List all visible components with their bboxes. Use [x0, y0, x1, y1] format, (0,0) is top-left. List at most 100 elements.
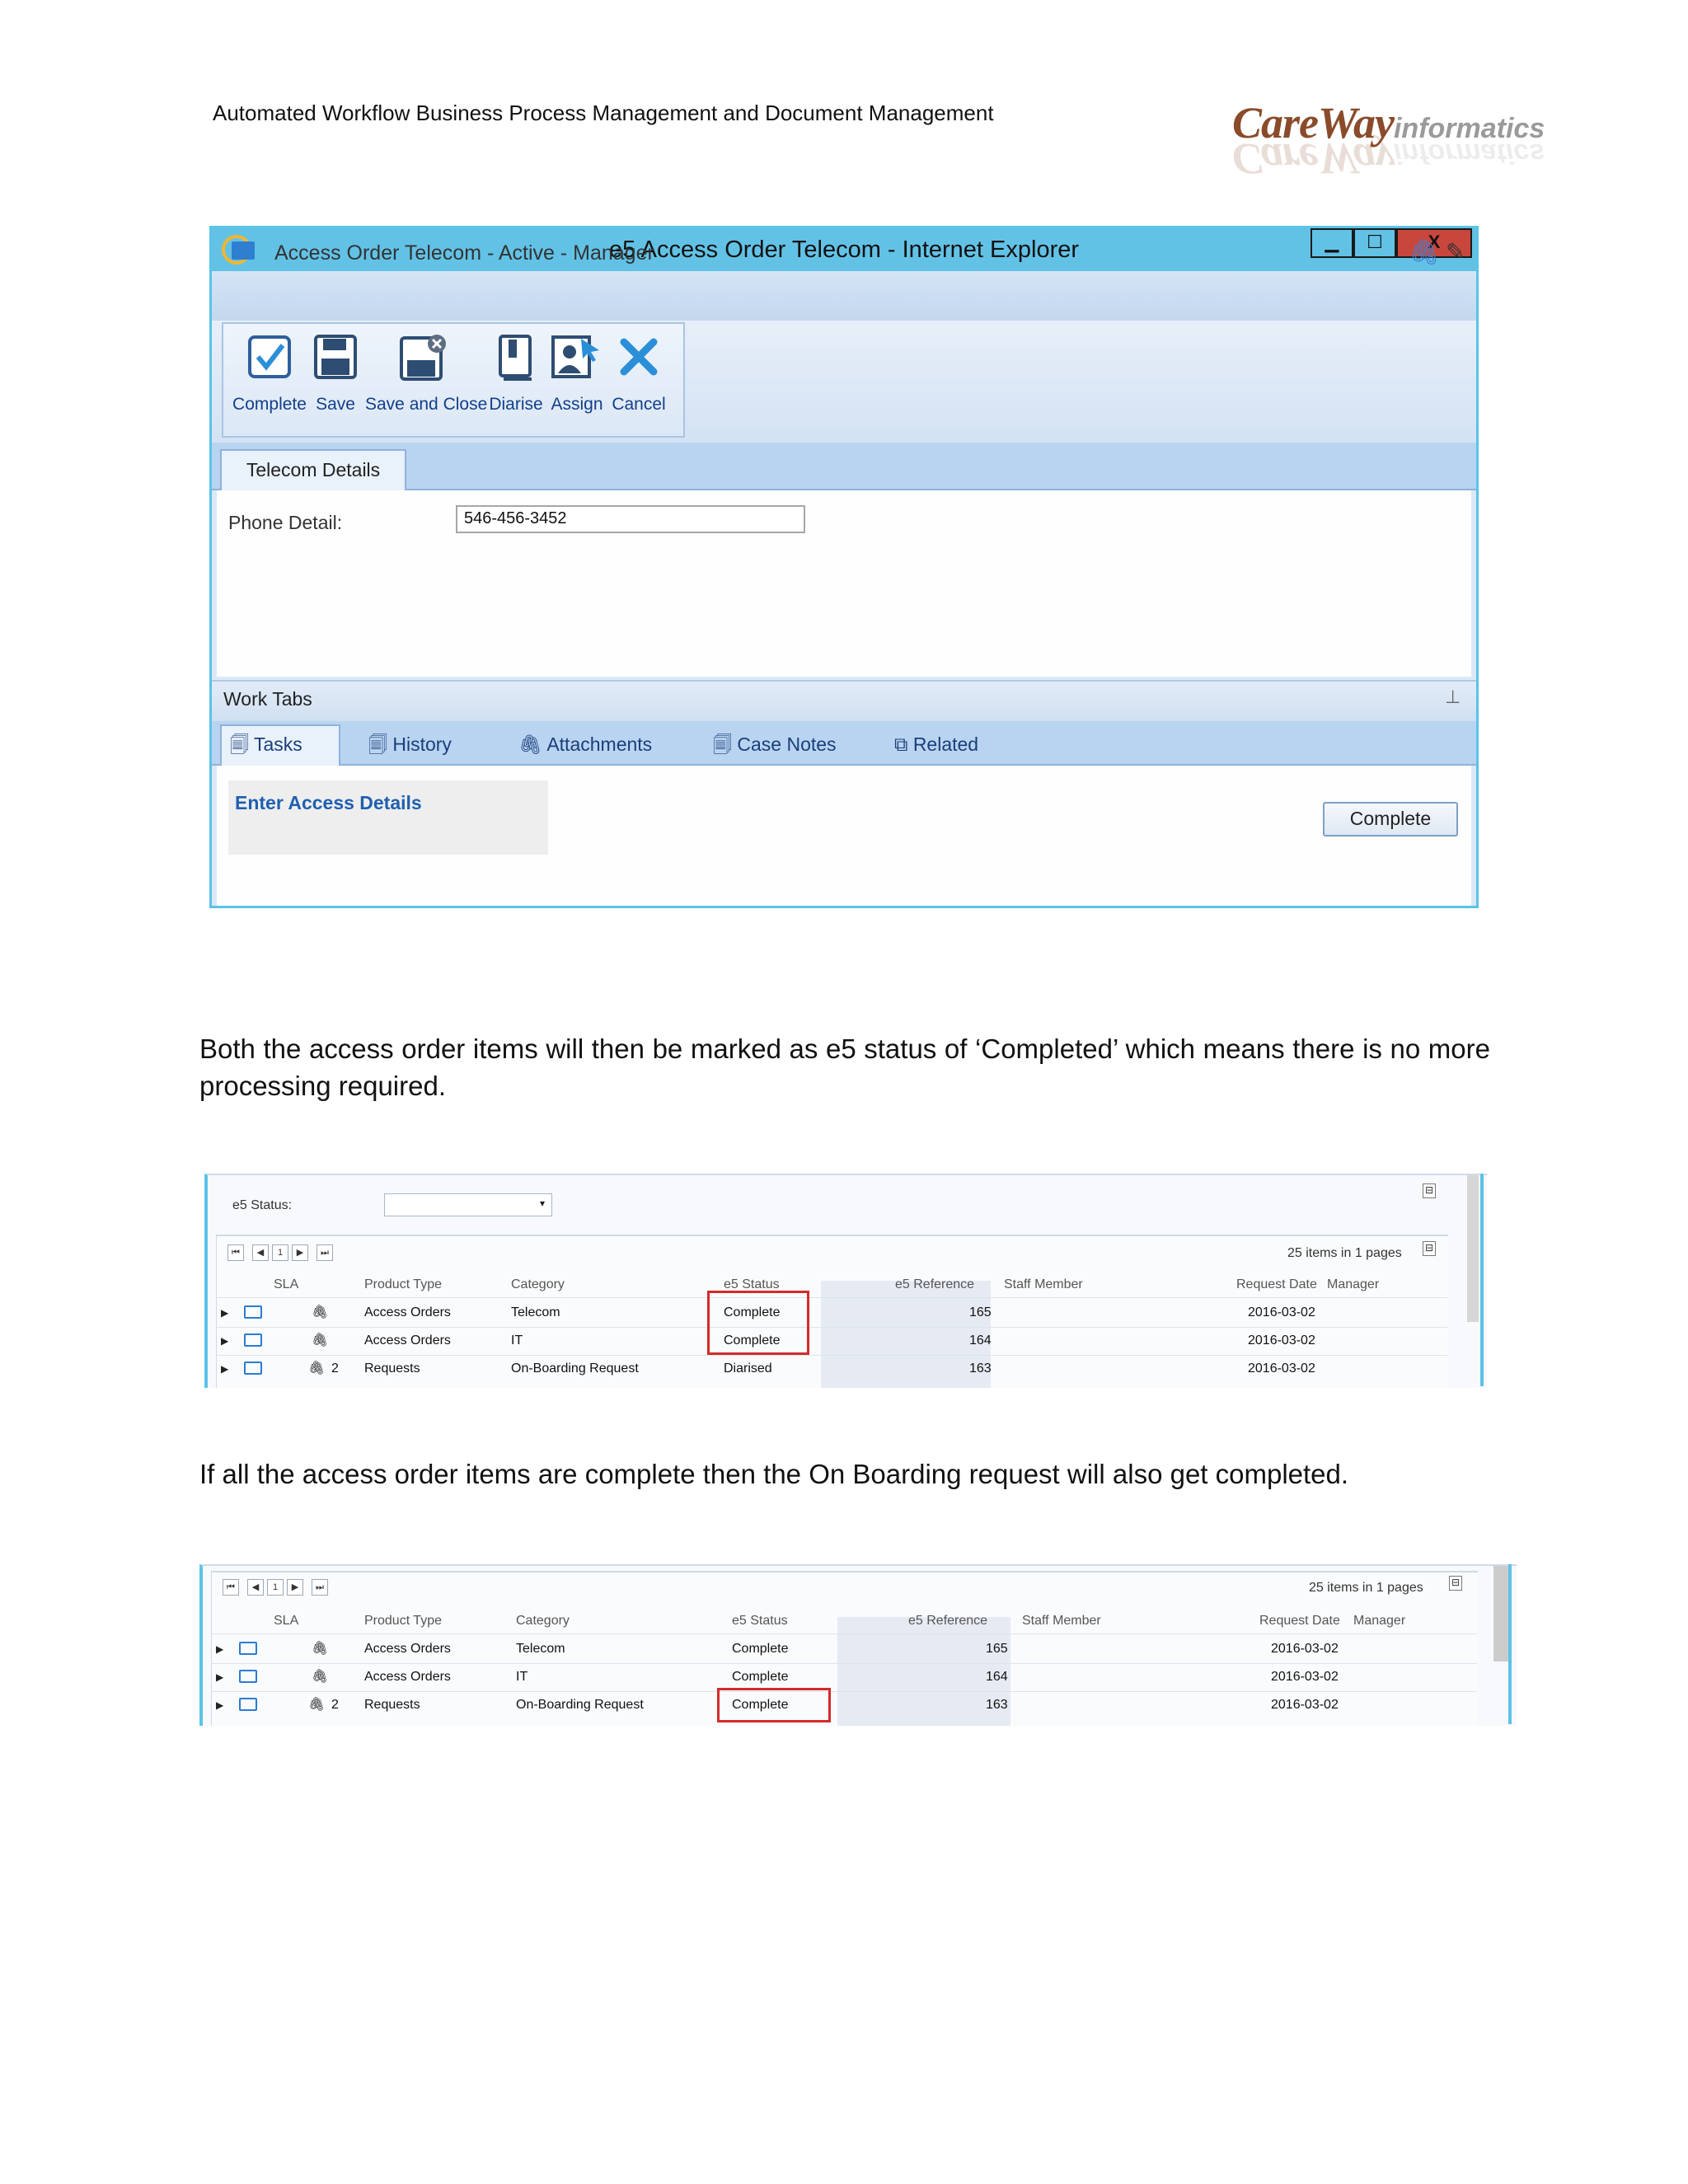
cell-request-date: 2016-03-02 — [1271, 1698, 1339, 1712]
tab-tasks-label: Tasks — [253, 733, 302, 755]
save-ribbon-button[interactable]: Save — [311, 330, 360, 429]
details-content — [217, 490, 1471, 677]
col-header-category[interactable]: Category — [516, 1614, 570, 1629]
col-header-staff-member[interactable]: Staff Member — [1022, 1614, 1101, 1629]
col-header-sla[interactable]: SLA — [274, 1277, 298, 1292]
save-ribbon-label: Save — [316, 395, 355, 414]
document-header-title: Automated Workflow Business Process Mana… — [213, 101, 994, 125]
col-header-manager[interactable]: Manager — [1353, 1614, 1405, 1629]
folder-icon[interactable] — [239, 1698, 257, 1711]
expand-arrow-icon[interactable]: ▶ — [216, 1671, 223, 1683]
col-header-manager[interactable]: Manager — [1327, 1277, 1379, 1292]
paperclip-icon[interactable]: 🖇 — [312, 1640, 328, 1657]
assign-icon — [551, 335, 599, 378]
prev-page-button[interactable]: ◀ — [252, 1244, 269, 1261]
phone-detail-label: Phone Detail: — [228, 512, 343, 533]
cell-product-type: Access Orders — [364, 1305, 451, 1319]
paragraph-onboarding-complete: If all the access order items are comple… — [199, 1459, 1349, 1489]
work-tabs-pin-icon[interactable]: ⊥ — [1445, 687, 1461, 708]
save-close-ribbon-label: Save and Close — [365, 395, 488, 414]
col-header-request-date[interactable]: Request Date — [1236, 1277, 1317, 1292]
tab-telecom-details[interactable]: Telecom Details — [220, 449, 406, 490]
expand-arrow-icon[interactable]: ▶ — [221, 1363, 228, 1375]
tab-history[interactable]: 🗐 History — [368, 726, 452, 762]
cancel-ribbon-label: Cancel — [612, 395, 666, 414]
collapse-icon[interactable]: ⊟ — [1423, 1183, 1436, 1198]
diarise-ribbon-button[interactable]: Diarise — [487, 330, 545, 429]
col-header-e5-status[interactable]: e5 Status — [732, 1614, 788, 1629]
tab-related[interactable]: ⧉ Related — [894, 726, 978, 762]
vertical-scrollbar[interactable] — [1467, 1175, 1479, 1322]
cell-request-date: 2016-03-02 — [1248, 1305, 1315, 1319]
enter-access-details-link[interactable]: Enter Access Details — [235, 792, 422, 814]
save-close-ribbon-button[interactable]: Save and Close — [365, 330, 488, 429]
folder-icon[interactable] — [244, 1333, 262, 1347]
last-page-button[interactable]: ⏭ — [316, 1244, 333, 1261]
folder-icon[interactable] — [244, 1305, 262, 1319]
folder-icon[interactable] — [239, 1670, 257, 1683]
col-header-e5-reference[interactable]: e5 Reference — [908, 1614, 987, 1629]
expand-arrow-icon[interactable]: ▶ — [221, 1307, 228, 1319]
next-page-button[interactable]: ▶ — [292, 1244, 308, 1261]
paperclip-icon[interactable]: 🖇 — [312, 1668, 328, 1685]
cell-e5-status: Complete — [732, 1642, 789, 1656]
phone-detail-field[interactable]: 546-456-3452 — [456, 505, 805, 533]
chevron-down-icon: ▾ — [539, 1197, 545, 1209]
tab-attachments-label: Attachments — [546, 733, 653, 755]
paperclip-icon[interactable]: 🖇 — [312, 1304, 328, 1320]
last-page-button[interactable]: ⏭ — [312, 1579, 328, 1596]
expand-arrow-icon[interactable]: ▶ — [216, 1643, 223, 1655]
tab-tasks[interactable]: 🗐 Tasks — [230, 726, 302, 762]
complete-ribbon-button[interactable]: Complete — [228, 330, 311, 429]
assign-ribbon-button[interactable]: Assign — [548, 330, 606, 429]
paperclip-icon[interactable]: 🖇 — [308, 1696, 325, 1713]
col-header-product-type[interactable]: Product Type — [364, 1277, 442, 1292]
paragraph-completed-status: Both the access order items will then be… — [199, 1033, 1490, 1101]
paperclip-icon[interactable]: 🖇 — [312, 1332, 328, 1348]
col-header-e5-reference[interactable]: e5 Reference — [895, 1277, 974, 1292]
cell-e5-reference: 164 — [986, 1670, 1008, 1684]
history-icon: 🗐 — [368, 733, 393, 755]
diarise-icon — [499, 335, 532, 381]
header-divider — [211, 1633, 1477, 1634]
col-header-category[interactable]: Category — [511, 1277, 565, 1292]
tab-history-label: History — [392, 733, 452, 755]
minimize-button[interactable]: ▁ — [1311, 228, 1353, 258]
col-header-product-type[interactable]: Product Type — [364, 1614, 442, 1629]
collapse-icon[interactable]: ⊟ — [1449, 1576, 1462, 1591]
page-number[interactable]: 1 — [267, 1579, 284, 1596]
e5-status-filter-label: e5 Status: — [232, 1198, 293, 1212]
first-page-button[interactable]: ⏮ — [227, 1244, 244, 1261]
first-page-button[interactable]: ⏮ — [223, 1579, 239, 1596]
expand-arrow-icon[interactable]: ▶ — [216, 1699, 223, 1711]
pin-icon[interactable]: ✎ — [1446, 238, 1465, 265]
maximize-button[interactable]: ☐ — [1353, 228, 1396, 258]
form-icon — [232, 241, 255, 260]
items-summary: 25 items in 1 pages — [1287, 1246, 1402, 1260]
cell-category: IT — [516, 1670, 528, 1684]
prev-page-button[interactable]: ◀ — [247, 1579, 264, 1596]
next-page-button[interactable]: ▶ — [287, 1579, 303, 1596]
collapse-icon[interactable]: ⊟ — [1423, 1241, 1436, 1256]
paperclip-icon[interactable]: 🖇 — [1409, 238, 1440, 267]
col-header-staff-member[interactable]: Staff Member — [1004, 1277, 1083, 1292]
cell-e5-status: Diarised — [724, 1361, 772, 1376]
cancel-ribbon-button[interactable]: Cancel — [607, 330, 670, 429]
col-header-sla[interactable]: SLA — [274, 1614, 298, 1629]
careway-logo: CareWayinformatics CareWayinformatics — [1232, 97, 1587, 184]
save-icon — [314, 335, 357, 379]
tab-related-label: Related — [912, 733, 979, 755]
cell-e5-reference: 164 — [969, 1333, 992, 1347]
attachment-count: 2 — [331, 1361, 339, 1376]
complete-button[interactable]: Complete — [1323, 802, 1458, 837]
e5-status-select[interactable]: ▾ — [384, 1193, 552, 1216]
folder-icon[interactable] — [239, 1642, 257, 1655]
expand-arrow-icon[interactable]: ▶ — [221, 1335, 228, 1347]
col-header-request-date[interactable]: Request Date — [1259, 1614, 1340, 1629]
folder-icon[interactable] — [244, 1361, 262, 1375]
page-number[interactable]: 1 — [272, 1244, 288, 1261]
paperclip-icon[interactable]: 🖇 — [308, 1360, 325, 1376]
grid-screenshot-2: ⏮ ◀ 1 ▶ ⏭ 25 items in 1 pages ⊟ SLA Prod… — [199, 1564, 1517, 1726]
tab-attachments[interactable]: 🖇 Attachments — [518, 726, 652, 762]
tab-case-notes[interactable]: 🗐 Case Notes — [713, 726, 837, 762]
